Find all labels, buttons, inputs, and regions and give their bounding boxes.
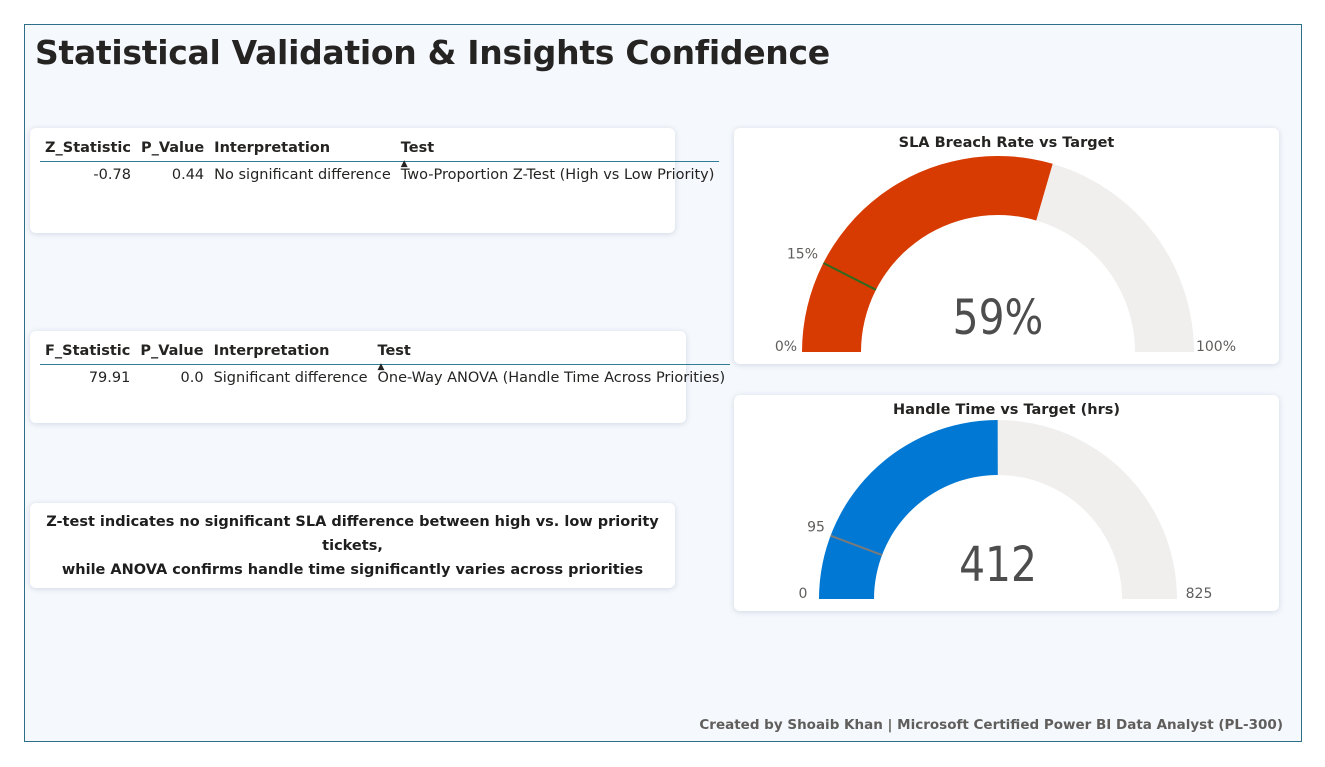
column-header-test-label: Test bbox=[377, 343, 411, 359]
column-header-f-statistic[interactable]: F_Statistic bbox=[40, 343, 136, 365]
insight-note-card: Z-test indicates no significant SLA diff… bbox=[30, 503, 675, 588]
sla-breach-gauge-card[interactable]: SLA Breach Rate vs Target 15% 0% 100% 59… bbox=[734, 128, 1279, 364]
table-row: -0.78 0.44 No significant difference Two… bbox=[40, 162, 719, 183]
cell-f-statistic: 79.91 bbox=[88, 370, 131, 386]
table-header-row: Z_Statistic P_Value Interpretation Test ▲ bbox=[40, 140, 720, 169]
insight-note-text: Z-test indicates no significant SLA diff… bbox=[30, 503, 675, 588]
gauge-value-label: 59% bbox=[953, 290, 1044, 346]
column-header-interpretation-label: Interpretation bbox=[214, 140, 331, 156]
sla-breach-gauge: SLA Breach Rate vs Target 15% 0% 100% 59… bbox=[775, 135, 1236, 355]
anova-table: F_Statistic P_Value Interpretation Test ▲… bbox=[40, 343, 731, 386]
gauge-target-label: 95 bbox=[807, 520, 825, 536]
footer-credit: Created by Shoaib Khan | Microsoft Certi… bbox=[699, 717, 1283, 733]
table-row: 79.91 0.0 Significant difference One-Way… bbox=[40, 365, 730, 386]
handle-time-gauge-card[interactable]: Handle Time vs Target (hrs) 95 0 825 412 bbox=[734, 395, 1279, 611]
gauge-max-label: 825 bbox=[1186, 586, 1213, 602]
gauge-min-label: 0 bbox=[799, 586, 808, 602]
handle-time-gauge: Handle Time vs Target (hrs) 95 0 825 412 bbox=[799, 402, 1213, 602]
gauge-value-label: 412 bbox=[959, 537, 1037, 593]
gauge-min-label: 0% bbox=[775, 339, 797, 355]
column-header-interpretation-label: Interpretation bbox=[213, 343, 330, 359]
page-title: Statistical Validation & Insights Confid… bbox=[35, 33, 830, 72]
insight-note-line-1: Z-test indicates no significant SLA diff… bbox=[46, 513, 659, 554]
gauge-title: SLA Breach Rate vs Target bbox=[899, 135, 1115, 151]
cell-test: One-Way ANOVA (Handle Time Across Priori… bbox=[377, 370, 726, 386]
report-canvas: Statistical Validation & Insights Confid… bbox=[24, 24, 1302, 742]
z-test-table-card[interactable]: Z_Statistic P_Value Interpretation Test ▲… bbox=[30, 128, 720, 233]
sort-ascending-icon: ▲ bbox=[400, 159, 408, 169]
column-header-interpretation[interactable]: Interpretation bbox=[209, 140, 396, 162]
cell-z-statistic: -0.78 bbox=[93, 167, 131, 183]
cell-interpretation: Significant difference bbox=[213, 370, 368, 386]
cell-interpretation: No significant difference bbox=[214, 167, 391, 183]
column-header-p-value[interactable]: P_Value bbox=[135, 140, 210, 162]
cell-p-value: 0.0 bbox=[180, 370, 204, 386]
table-header-row: F_Statistic P_Value Interpretation Test ▲ bbox=[40, 343, 731, 372]
sort-ascending-icon: ▲ bbox=[377, 362, 385, 372]
insight-note-line-2: while ANOVA confirms handle time signifi… bbox=[61, 561, 644, 578]
column-header-interpretation[interactable]: Interpretation bbox=[208, 343, 373, 365]
gauge-max-label: 100% bbox=[1196, 339, 1236, 355]
column-header-test[interactable]: Test ▲ bbox=[395, 140, 720, 169]
gauge-target-label: 15% bbox=[787, 246, 818, 262]
gauge-title: Handle Time vs Target (hrs) bbox=[893, 402, 1120, 418]
anova-table-card[interactable]: F_Statistic P_Value Interpretation Test ▲… bbox=[30, 331, 731, 423]
column-header-test[interactable]: Test ▲ bbox=[372, 343, 731, 372]
column-header-p-value[interactable]: P_Value bbox=[135, 343, 209, 365]
z-test-table: Z_Statistic P_Value Interpretation Test ▲… bbox=[40, 140, 720, 183]
cell-test: Two-Proportion Z-Test (High vs Low Prior… bbox=[400, 167, 715, 183]
column-header-z-statistic[interactable]: Z_Statistic bbox=[40, 140, 136, 162]
cell-p-value: 0.44 bbox=[171, 167, 205, 183]
column-header-test-label: Test bbox=[400, 140, 435, 156]
